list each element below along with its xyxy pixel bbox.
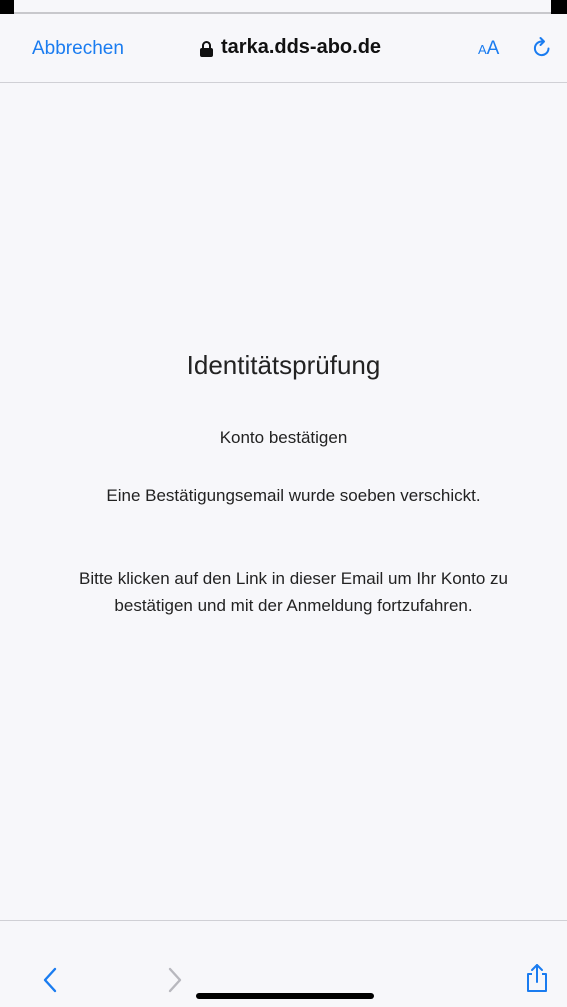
text-size-small: A [478,42,487,57]
text-size-big: A [486,38,500,59]
status-area [0,0,567,12]
confirmation-message: Eine Bestätigungsemail wurde soeben vers… [106,486,481,505]
page-subtitle: Konto bestätigen [219,428,348,447]
page-title: Identitätsprüfung [186,350,381,380]
forward-icon[interactable] [167,967,183,993]
url-text: tarka.dds-abo.de [221,36,382,58]
home-indicator[interactable] [196,993,374,999]
instruction-message: Bitte klicken auf den Link in dieser Ema… [79,569,508,615]
cancel-button[interactable]: Abbrechen [32,38,124,60]
page-content: Identitätsprüfung Konto bestätigen Eine … [0,83,567,920]
browser-header: Abbrechen tarka.dds-abo.de AA [0,14,567,83]
reload-icon[interactable] [530,36,554,60]
text-size-button[interactable]: AA [478,38,499,60]
share-icon[interactable] [524,963,550,993]
back-icon[interactable] [42,967,58,993]
address-bar[interactable]: tarka.dds-abo.de [200,36,381,59]
browser-screen: Abbrechen tarka.dds-abo.de AA Identitäts… [0,0,567,1007]
lock-icon [200,40,213,57]
